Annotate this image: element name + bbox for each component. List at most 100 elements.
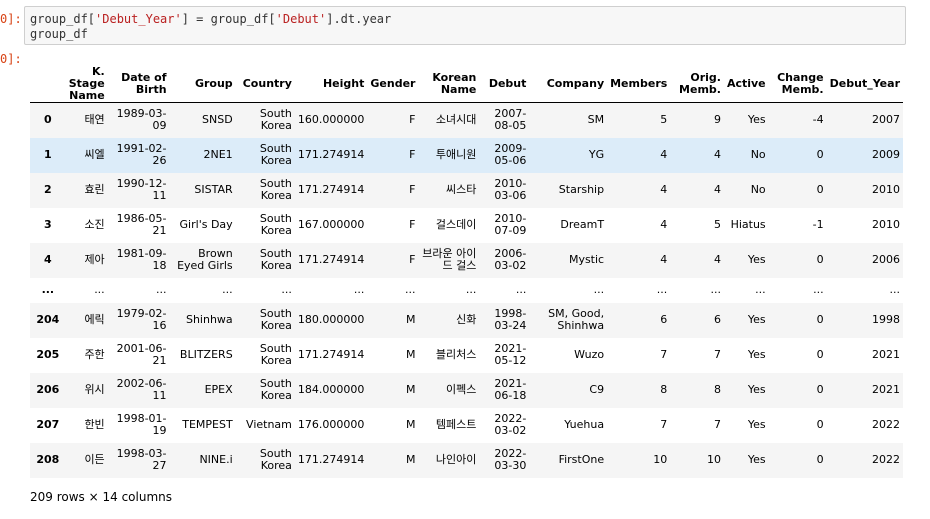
table-cell: 2010-03-06	[494, 177, 527, 202]
table-cell: EPEX	[204, 383, 233, 396]
table-cell: 투애니원	[435, 148, 477, 161]
row-index: 0	[44, 113, 52, 127]
table-cell: ...	[353, 283, 365, 296]
table-cell: YG	[588, 148, 605, 161]
table-cell: 2010	[872, 218, 900, 231]
dataframe-table: K. Stage Name Date of Birth Group Country He…	[30, 66, 903, 478]
table-cell: F	[409, 183, 416, 196]
table-cell: 1981-09-18	[116, 247, 167, 272]
table-row: 0 태연 1989-03-09 SNSD South Korea 160.000000 F 소…	[30, 102, 903, 138]
row-index: 205	[36, 348, 60, 361]
table-cell: ...	[813, 283, 824, 296]
table-cell: M	[405, 348, 416, 361]
table-cell: 10	[653, 453, 668, 466]
table-cell: M	[405, 383, 416, 396]
table-row: 207 한빈 1998-01-19 TEMPEST Vietnam 176.000000 M…	[30, 408, 903, 443]
table-cell: Brown Eyed Girls	[177, 247, 233, 272]
table-cell: 제아	[84, 253, 105, 266]
table-cell: 2021-06-18	[494, 377, 527, 402]
table-cell: 4	[713, 183, 721, 196]
table-cell: South Korea	[259, 307, 292, 332]
table-cell: ...	[94, 283, 105, 296]
table-cell: 184.000000	[297, 383, 365, 396]
table-cell: 4	[713, 148, 721, 161]
table-cell: 9	[713, 113, 721, 127]
table-cell: 0	[816, 383, 824, 396]
table-cell: 1990-12-11	[116, 177, 167, 202]
column-header: Country	[235, 66, 295, 103]
table-cell: 에릭	[84, 313, 105, 326]
table-cell: ...	[755, 283, 766, 296]
row-index: 2	[44, 183, 52, 196]
code-cell[interactable]: group_df['Debut_Year'] = group_df['Debut…	[24, 6, 906, 45]
table-cell: 2021	[872, 383, 900, 396]
table-cell: 0	[816, 148, 824, 161]
table-cell: 2002-06-11	[116, 377, 167, 402]
table-cell: 4	[713, 253, 721, 266]
table-cell: ...	[465, 283, 477, 296]
table-cell: 씨엘	[84, 148, 105, 161]
table-cell: 위시	[84, 383, 105, 396]
input-prompt: 0]:	[0, 12, 22, 26]
table-cell: F	[409, 113, 416, 127]
table-body: 0 태연 1989-03-09 SNSD South Korea 160.000000 F 소…	[30, 102, 903, 478]
table-cell: 태연	[84, 113, 105, 127]
table-cell: 브라운 아이드 걸스	[422, 247, 477, 272]
table-cell: 180.000000	[297, 313, 365, 326]
table-cell: 1991-02-26	[116, 142, 167, 167]
table-cell: 1998-01-19	[116, 412, 167, 437]
table-cell: ...	[222, 283, 233, 296]
table-cell: 176.000000	[297, 418, 365, 431]
table-cell: ...	[281, 283, 292, 296]
table-cell: ...	[889, 283, 901, 296]
table-cell: 1989-03-09	[116, 107, 167, 133]
table-cell: 0	[816, 253, 824, 266]
column-header: K. Stage Name	[65, 66, 108, 103]
table-cell: 2010-07-09	[494, 212, 527, 237]
table-cell: ...	[156, 283, 167, 296]
table-cell: 템페스트	[435, 418, 477, 431]
table-cell: Vietnam	[246, 418, 292, 431]
table-cell: 1986-05-21	[116, 212, 167, 237]
table-cell: 걸스데이	[435, 218, 477, 231]
table-cell: NINE.i	[199, 453, 233, 466]
code-token: group_df[	[30, 12, 96, 26]
table-cell: ...	[593, 283, 605, 296]
table-cell: 4	[660, 148, 668, 161]
table-cell: 171.274914	[297, 253, 365, 266]
table-cell: South Korea	[259, 342, 292, 367]
table-cell: Shinhwa	[185, 313, 233, 326]
table-cell: 2NE1	[203, 148, 233, 161]
table-cell: 7	[713, 348, 721, 361]
table-cell: ...	[404, 283, 416, 296]
table-cell: Yuehua	[564, 418, 605, 431]
table-cell: TEMPEST	[182, 418, 233, 431]
table-cell: 4	[660, 183, 668, 196]
table-cell: 7	[713, 418, 721, 431]
table-cell: 신화	[456, 313, 477, 326]
table-cell: 이펙스	[446, 383, 477, 396]
table-cell: South Korea	[259, 177, 292, 202]
table-cell: Yes	[747, 418, 766, 431]
table-cell: 2006	[872, 253, 900, 266]
row-index: 4	[44, 253, 52, 266]
column-header: Company	[529, 66, 608, 103]
shape-summary: 209 rows × 14 columns	[30, 490, 172, 504]
table-cell: Yes	[747, 453, 766, 466]
table-cell: -1	[812, 218, 824, 231]
table-cell: 이든	[84, 453, 105, 466]
table-cell: No	[750, 183, 766, 196]
table-cell: 1998-03-27	[116, 447, 167, 472]
row-index: 207	[36, 418, 60, 431]
table-cell: South Korea	[259, 212, 292, 237]
table-cell: ...	[656, 283, 668, 296]
table-cell: F	[409, 218, 416, 231]
table-cell: 171.274914	[297, 453, 365, 466]
table-cell: 0	[816, 183, 824, 196]
table-cell: Girl's Day	[179, 218, 233, 231]
table-row: 2 효린 1990-12-11 SISTAR South Korea 171.274914…	[30, 172, 903, 208]
column-header: Height	[294, 66, 368, 103]
table-cell: 8	[660, 383, 668, 396]
table-cell: 5	[660, 113, 668, 127]
table-cell: 0	[816, 313, 824, 326]
